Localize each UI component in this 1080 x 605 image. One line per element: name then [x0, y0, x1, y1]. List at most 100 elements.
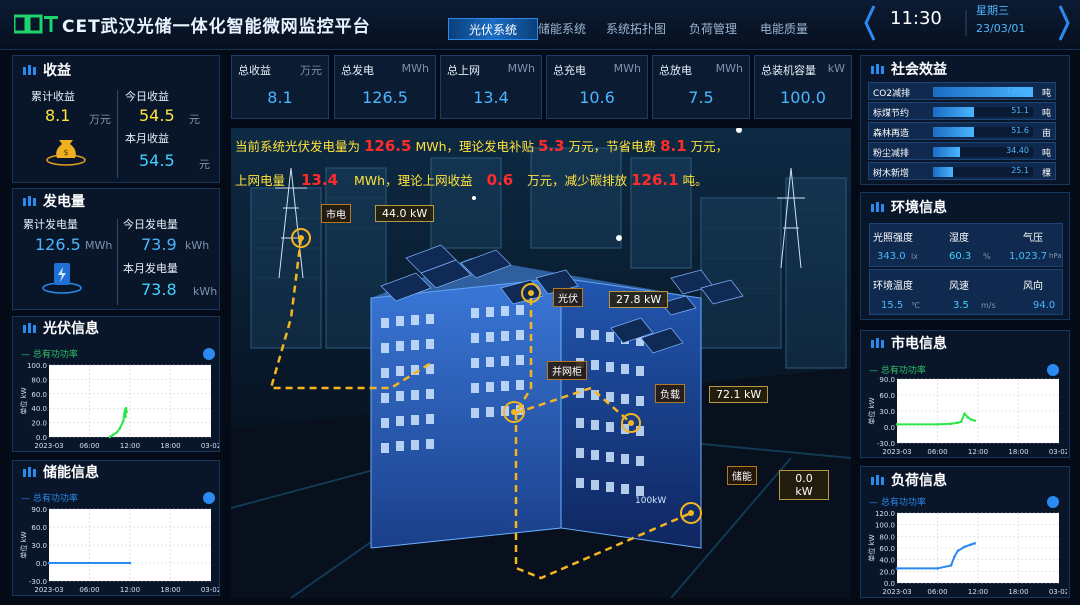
stat-value: 10.6 — [579, 88, 615, 107]
today-generation-value: 73.9 — [141, 235, 177, 254]
building-illustration — [231, 128, 851, 598]
divider — [117, 219, 118, 305]
data-point — [936, 423, 939, 426]
x-tick-label: 12:00 — [120, 442, 140, 450]
report-grid-export: 13.4 — [301, 171, 339, 189]
title-bars-icon — [871, 202, 884, 212]
grid-power-chart: 90.0 60.0 30.0 0.0 -30.02023-03 06:00 12:00 18:… — [867, 376, 1067, 456]
today-generation-label: 今日发电量 — [123, 218, 178, 231]
x-tick-label: 06:00 — [79, 586, 99, 594]
report-line-2: 上网电量 13.4 MWh，理论上网收益 0.6 万元，减少碳排放 126.1 … — [235, 170, 708, 189]
weekday: 星期三 — [976, 4, 1009, 17]
x-tick-label: 06:00 — [79, 442, 99, 450]
x-tick-label: 03-02 — [201, 586, 219, 594]
generation-panel: 发电量 累计发电量 126.5 MWh 今日发电量 73.9 kWh 本月发电量… — [12, 188, 220, 310]
stat-label: 总装机容量 — [761, 64, 816, 77]
social-row-name: 森林再造 — [873, 129, 910, 139]
y-tick-label: 0.0 — [884, 580, 895, 588]
y-tick-label: 90.0 — [31, 506, 47, 514]
pv-power-chart: 100.0 80.0 60.0 40.0 20.0 0.02023-03 06:00 12:0… — [19, 362, 219, 450]
tab-topology[interactable]: 系统拓扑图 — [600, 18, 672, 40]
social-row-name: 粉尘减排 — [873, 149, 910, 159]
tab-power-quality[interactable]: 电能质量 — [754, 18, 814, 40]
stat-label: 总充电 — [553, 64, 586, 77]
data-point — [953, 555, 956, 559]
y-tick-label: 20.0 — [879, 568, 895, 576]
social-benefits-title: 社会效益 — [891, 62, 947, 78]
storage-node-label[interactable]: 储能 — [727, 466, 757, 485]
x-tick-label: 2023-03 — [34, 442, 63, 450]
month-revenue-value: 54.5 — [139, 151, 175, 170]
data-point — [124, 415, 127, 419]
stat-unit: MWh — [401, 62, 429, 75]
y-tick-label: 100.0 — [875, 522, 895, 530]
social-row-unit: 棵 — [1041, 169, 1051, 179]
today-revenue-label: 今日收益 — [125, 90, 169, 103]
data-point — [128, 561, 132, 565]
stat-value: 13.4 — [473, 88, 509, 107]
env-humidity-label: 湿度 — [949, 233, 969, 244]
load-node-label[interactable]: 负载 — [655, 384, 685, 403]
social-row-coal: 标煤节约 51.1 吨 — [868, 102, 1056, 120]
progress-fill — [933, 127, 974, 137]
data-point — [949, 422, 953, 426]
stat-label: 总放电 — [659, 64, 692, 77]
report-text: 万元，节省电费 — [568, 139, 657, 154]
battery-charging-icon — [42, 263, 82, 294]
social-row-unit: 吨 — [1041, 109, 1051, 119]
today-revenue-value: 54.5 — [139, 106, 175, 125]
y-tick-label: 0.0 — [36, 434, 47, 442]
stat-value: 100.0 — [780, 88, 826, 107]
load-info-title: 负荷信息 — [891, 473, 947, 489]
report-subsidy: 5.3 — [538, 137, 565, 155]
data-point — [936, 567, 939, 570]
x-tick-label: 06:00 — [927, 448, 947, 456]
month-generation-label: 本月发电量 — [123, 262, 178, 275]
y-tick-label: 60.0 — [879, 392, 895, 400]
tab-pv-system[interactable]: 光伏系统 — [448, 18, 538, 40]
grid-info-title: 市电信息 — [891, 336, 947, 352]
social-row-name: 树木新增 — [873, 169, 910, 179]
stat-unit: MWh — [507, 62, 535, 75]
storage-power-chart: 90.0 60.0 30.0 0.0 -30.02023-03 06:00 12:00 18:… — [19, 506, 219, 594]
data-point — [973, 542, 976, 545]
grid-node-value: 44.0 kW — [375, 205, 435, 222]
pv-info-panel: 光伏信息 — 总有功功率 100.0 80.0 60.0 40.0 20.0 0.0 202… — [12, 316, 220, 452]
env-light-value: 343.0 — [877, 251, 906, 262]
x-tick-label: 18:00 — [1008, 588, 1028, 596]
tab-load-management[interactable]: 负荷管理 — [683, 18, 743, 40]
progress-fill — [933, 107, 974, 117]
data-point — [123, 412, 126, 416]
date: 23/03/01 — [976, 22, 1026, 35]
social-row-value: 126.1 — [1006, 86, 1029, 95]
stat-installed-capacity: 总装机容量 kW 100.0 — [754, 55, 852, 119]
stat-label: 总发电 — [341, 64, 374, 77]
environment-panel: 环境信息 光照强度 湿度 气压 343.0 lx 60.3 % 1,023.7 … — [860, 192, 1070, 320]
environment-title: 环境信息 — [891, 200, 947, 216]
y-tick-label: 60.0 — [31, 391, 47, 399]
env-temp-value: 15.5 — [881, 300, 904, 311]
x-tick-label: 12:00 — [120, 586, 140, 594]
stat-unit: 万元 — [300, 64, 322, 77]
y-axis-label: 单位 kW — [867, 397, 876, 424]
x-tick-label: 18:00 — [160, 586, 180, 594]
report-text: 万元，减少碳排放 — [527, 173, 628, 188]
total-generation-label: 累计发电量 — [23, 218, 78, 231]
y-tick-label: 40.0 — [879, 557, 895, 565]
y-tick-label: -30.0 — [877, 440, 895, 448]
social-row-trees: 树木新增 25.1 棵 — [868, 162, 1056, 180]
stat-unit: MWh — [715, 62, 743, 75]
y-tick-label: 60.0 — [879, 545, 895, 553]
title-bars-icon — [23, 65, 36, 75]
stat-total-discharge: 总放电 MWh 7.5 — [652, 55, 750, 119]
tab-storage-system[interactable]: 储能系统 — [532, 18, 592, 40]
building-3d-scene[interactable]: 当前系统光伏发电量为 126.5 MWh，理论发电补贴 5.3 万元，节省电费 … — [231, 128, 851, 598]
pv-node-label[interactable]: 光伏 — [553, 288, 583, 307]
grid-node-label[interactable]: 市电 — [321, 204, 351, 223]
month-generation-unit: kWh — [193, 285, 218, 298]
grid-cabinet-label[interactable]: 并网柜 — [547, 361, 587, 380]
load-node-value: 72.1 kW — [709, 386, 769, 403]
stat-unit: kW — [827, 62, 845, 75]
data-point — [963, 412, 966, 415]
y-tick-label: 30.0 — [879, 408, 895, 416]
